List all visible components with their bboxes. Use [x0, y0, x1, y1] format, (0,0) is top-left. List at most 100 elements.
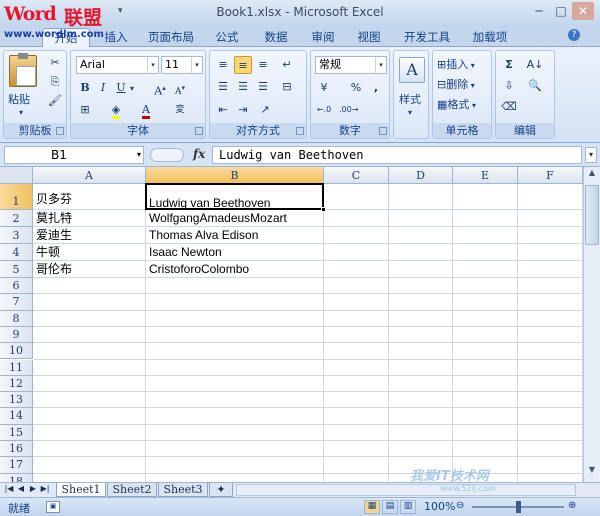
- number-launcher-icon[interactable]: [379, 127, 387, 135]
- fill-color-icon[interactable]: ◈: [107, 101, 125, 119]
- row-header-6[interactable]: 6: [0, 278, 33, 295]
- cell-a3[interactable]: 爱迪生: [36, 227, 72, 244]
- column-header-f[interactable]: F: [518, 167, 583, 184]
- row-header-12[interactable]: 12: [0, 375, 33, 393]
- decrease-indent-icon[interactable]: ⇤: [214, 101, 232, 119]
- tab-page-layout[interactable]: 页面布局: [142, 28, 200, 47]
- styles-dropdown-icon[interactable]: ▾: [408, 108, 412, 117]
- tab-view[interactable]: 视图: [352, 28, 386, 47]
- font-name-select[interactable]: Arial ▾: [76, 56, 159, 74]
- tab-developer[interactable]: 开发工具: [399, 28, 455, 47]
- row-header-1[interactable]: 1: [0, 184, 33, 210]
- row-header-17[interactable]: 17: [0, 457, 33, 474]
- close-button[interactable]: ✕: [572, 2, 594, 20]
- sheet-tab-2[interactable]: Sheet2: [107, 483, 157, 497]
- cell-a2[interactable]: 莫扎特: [36, 210, 72, 227]
- wrap-text-icon[interactable]: ↵: [278, 56, 296, 74]
- scroll-up-icon[interactable]: ▲: [585, 168, 599, 182]
- row-header-3[interactable]: 3: [0, 227, 33, 244]
- row-header-9[interactable]: 9: [0, 326, 33, 344]
- autosum-icon[interactable]: Σ: [500, 56, 518, 74]
- tab-add-ins[interactable]: 加载项: [465, 28, 515, 47]
- sheet-tab-3[interactable]: Sheet3: [158, 483, 208, 497]
- underline-dropdown-icon[interactable]: ▾: [130, 84, 134, 93]
- insert-sheet-icon[interactable]: ✦: [209, 483, 233, 497]
- zoom-out-icon[interactable]: ⊖: [456, 500, 464, 511]
- tab-review[interactable]: 审阅: [306, 28, 340, 47]
- number-format-select[interactable]: 常规 ▾: [315, 56, 387, 74]
- prev-sheet-icon[interactable]: ◀: [16, 484, 26, 496]
- cell-b3[interactable]: Thomas Alva Edison: [149, 227, 258, 244]
- format-painter-icon[interactable]: 🖌: [46, 92, 64, 110]
- copy-icon[interactable]: ⎘: [46, 73, 64, 91]
- styles-icon[interactable]: A: [399, 57, 425, 83]
- row-header-11[interactable]: 11: [0, 359, 33, 376]
- vertical-scroll-thumb[interactable]: [585, 185, 599, 245]
- fill-icon[interactable]: ⇩: [500, 77, 518, 95]
- column-header-e[interactable]: E: [453, 167, 518, 184]
- select-all-button[interactable]: [0, 167, 33, 184]
- tab-data[interactable]: 数据: [259, 28, 293, 47]
- zoom-in-icon[interactable]: ⊕: [568, 500, 576, 511]
- horizontal-scrollbar[interactable]: [236, 484, 576, 496]
- zoom-level[interactable]: 100%: [424, 500, 455, 513]
- cell-b5[interactable]: CristoforoColombo: [149, 261, 249, 278]
- format-cells-button[interactable]: ▦格式 ▾: [437, 96, 476, 112]
- row-header-8[interactable]: 8: [0, 310, 33, 327]
- currency-icon[interactable]: ¥: [315, 79, 333, 97]
- decrease-decimal-icon[interactable]: .00→: [339, 101, 358, 119]
- expand-formula-bar-icon[interactable]: ▾: [585, 147, 597, 163]
- worksheet-grid[interactable]: ABCDEF 1 2 3 4 5 6 7 8 9 10 11 12 13 14 15 16 17 18 贝多芬 L…: [0, 167, 600, 482]
- insert-function-button[interactable]: fx: [193, 147, 205, 161]
- sort-filter-icon[interactable]: A↓: [526, 56, 544, 74]
- paste-icon[interactable]: [9, 53, 37, 87]
- vertical-scrollbar[interactable]: ▲ ▼: [583, 167, 600, 482]
- row-header-4[interactable]: 4: [0, 244, 33, 261]
- styles-button[interactable]: 样式: [399, 91, 421, 107]
- macro-record-icon[interactable]: ▣: [46, 501, 60, 513]
- help-icon[interactable]: ?: [568, 29, 580, 41]
- find-select-icon[interactable]: 🔍: [526, 77, 544, 95]
- increase-indent-icon[interactable]: ⇥: [234, 101, 252, 119]
- font-size-select[interactable]: 11 ▾: [161, 56, 203, 74]
- clipboard-launcher-icon[interactable]: [56, 127, 64, 135]
- sheet-tab-1[interactable]: Sheet1: [56, 483, 106, 497]
- align-middle-icon[interactable]: ≡: [234, 56, 252, 74]
- last-sheet-icon[interactable]: ▶|: [40, 484, 50, 496]
- percent-button[interactable]: %: [347, 79, 365, 97]
- comma-button[interactable]: ,: [367, 79, 385, 97]
- cut-icon[interactable]: ✂: [46, 54, 64, 72]
- row-header-10[interactable]: 10: [0, 343, 33, 360]
- fill-handle[interactable]: [321, 207, 326, 212]
- clear-icon[interactable]: ⌫: [500, 98, 518, 116]
- row-header-5[interactable]: 5: [0, 261, 33, 278]
- scroll-down-icon[interactable]: ▼: [585, 465, 599, 479]
- row-header-15[interactable]: 15: [0, 424, 33, 441]
- cell-a4[interactable]: 牛顿: [36, 244, 60, 261]
- first-sheet-icon[interactable]: |◀: [4, 484, 14, 496]
- align-bottom-icon[interactable]: ≡: [254, 56, 272, 74]
- next-sheet-icon[interactable]: ▶: [28, 484, 38, 496]
- minimize-button[interactable]: ─: [528, 2, 550, 20]
- row-header-18[interactable]: 18: [0, 473, 33, 482]
- increase-font-icon[interactable]: A▴: [151, 79, 169, 98]
- column-header-c[interactable]: C: [324, 167, 389, 184]
- cell-a5[interactable]: 哥伦布: [36, 261, 72, 278]
- decrease-font-icon[interactable]: A▾: [171, 79, 189, 97]
- merge-center-icon[interactable]: ⊟: [278, 78, 296, 96]
- delete-cells-button[interactable]: ⊟删除 ▾: [437, 76, 475, 92]
- page-layout-view-icon[interactable]: ▤: [382, 500, 398, 514]
- column-header-b[interactable]: B: [146, 167, 324, 184]
- page-break-view-icon[interactable]: ▥: [400, 500, 416, 514]
- borders-icon[interactable]: ⊞: [76, 101, 94, 119]
- cell-b2[interactable]: WolfgangAmadeusMozart: [149, 210, 287, 227]
- orientation-icon[interactable]: ↗: [256, 101, 274, 119]
- formula-input[interactable]: Ludwig van Beethoven: [212, 146, 582, 164]
- font-launcher-icon[interactable]: [195, 127, 203, 135]
- zoom-slider-thumb[interactable]: [516, 501, 521, 513]
- insert-cells-button[interactable]: ⊞插入 ▾: [437, 56, 475, 72]
- increase-decimal-icon[interactable]: ←.0: [315, 101, 333, 119]
- font-color-icon[interactable]: A: [137, 101, 155, 119]
- name-box[interactable]: B1 ▾: [4, 146, 144, 164]
- align-left-icon[interactable]: ☰: [214, 78, 232, 96]
